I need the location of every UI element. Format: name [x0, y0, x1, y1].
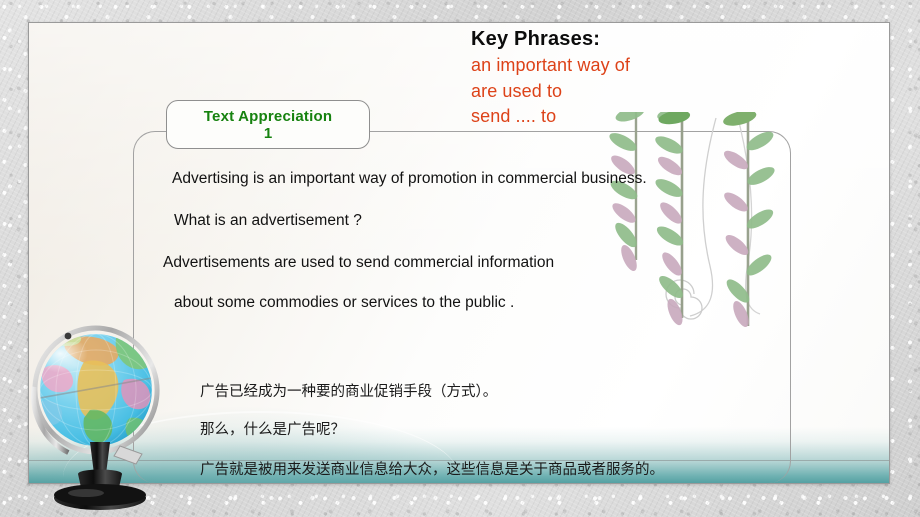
text-appreciation-label-line2: 1 [263, 124, 273, 142]
globe-icon [24, 322, 176, 517]
english-line-1: Advertising is an important way of promo… [172, 170, 647, 187]
text-appreciation-label[interactable]: Text Appreciation 1 [166, 100, 370, 149]
english-line-3: Advertisements are used to send commerci… [163, 254, 555, 271]
key-phrase-line-1: an important way of [471, 55, 630, 75]
english-line-2: What is an advertisement ? [174, 212, 362, 229]
text-appreciation-label-line1: Text Appreciation [203, 107, 333, 125]
chinese-line-3: 广告就是被用来发送商业信息给大众，这些信息是关于商品或者服务的。 [200, 462, 664, 478]
key-phrases-title: Key Phrases: [471, 28, 601, 50]
chinese-line-2: 那么，什么是广告呢？ [200, 422, 345, 438]
hanging-vine-icon [598, 103, 798, 340]
key-phrase-line-2: are used to [471, 80, 563, 101]
chinese-line-1: 广告已经成为一种要的商业促销手段（方式）。 [200, 384, 498, 400]
english-line-4: about some commodies or services to the … [174, 294, 515, 311]
